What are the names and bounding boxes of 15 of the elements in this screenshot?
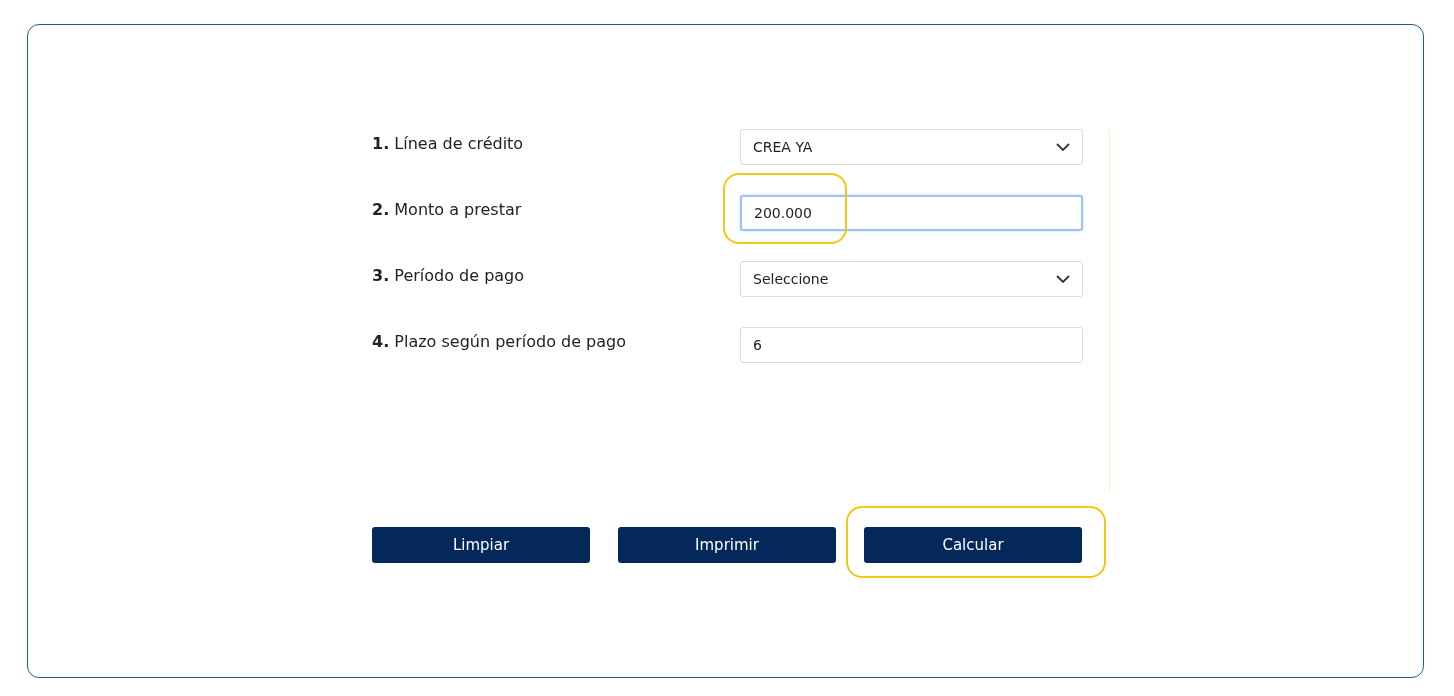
input-field[interactable]: 6 [740,327,1083,363]
dropdown-value: Seleccione [753,271,829,287]
field-label: 4. Plazo según período de pago [372,331,627,351]
field-label: 1. Línea de crédito [372,133,525,153]
action-button[interactable]: Calcular [864,527,1082,563]
dropdown-value: CREA YA [753,139,813,155]
chevron-down-icon [1056,142,1070,152]
chevron-down-icon [1056,274,1070,284]
action-button[interactable]: Limpiar [372,527,590,563]
dropdown[interactable]: Seleccione [740,261,1083,297]
action-button[interactable]: Imprimir [618,527,836,563]
input-field[interactable]: 200.000 [740,195,1083,231]
field-label: 3. Período de pago [372,265,526,285]
field-label: 2. Monto a prestar [372,199,523,219]
dropdown[interactable]: CREA YA [740,129,1083,165]
